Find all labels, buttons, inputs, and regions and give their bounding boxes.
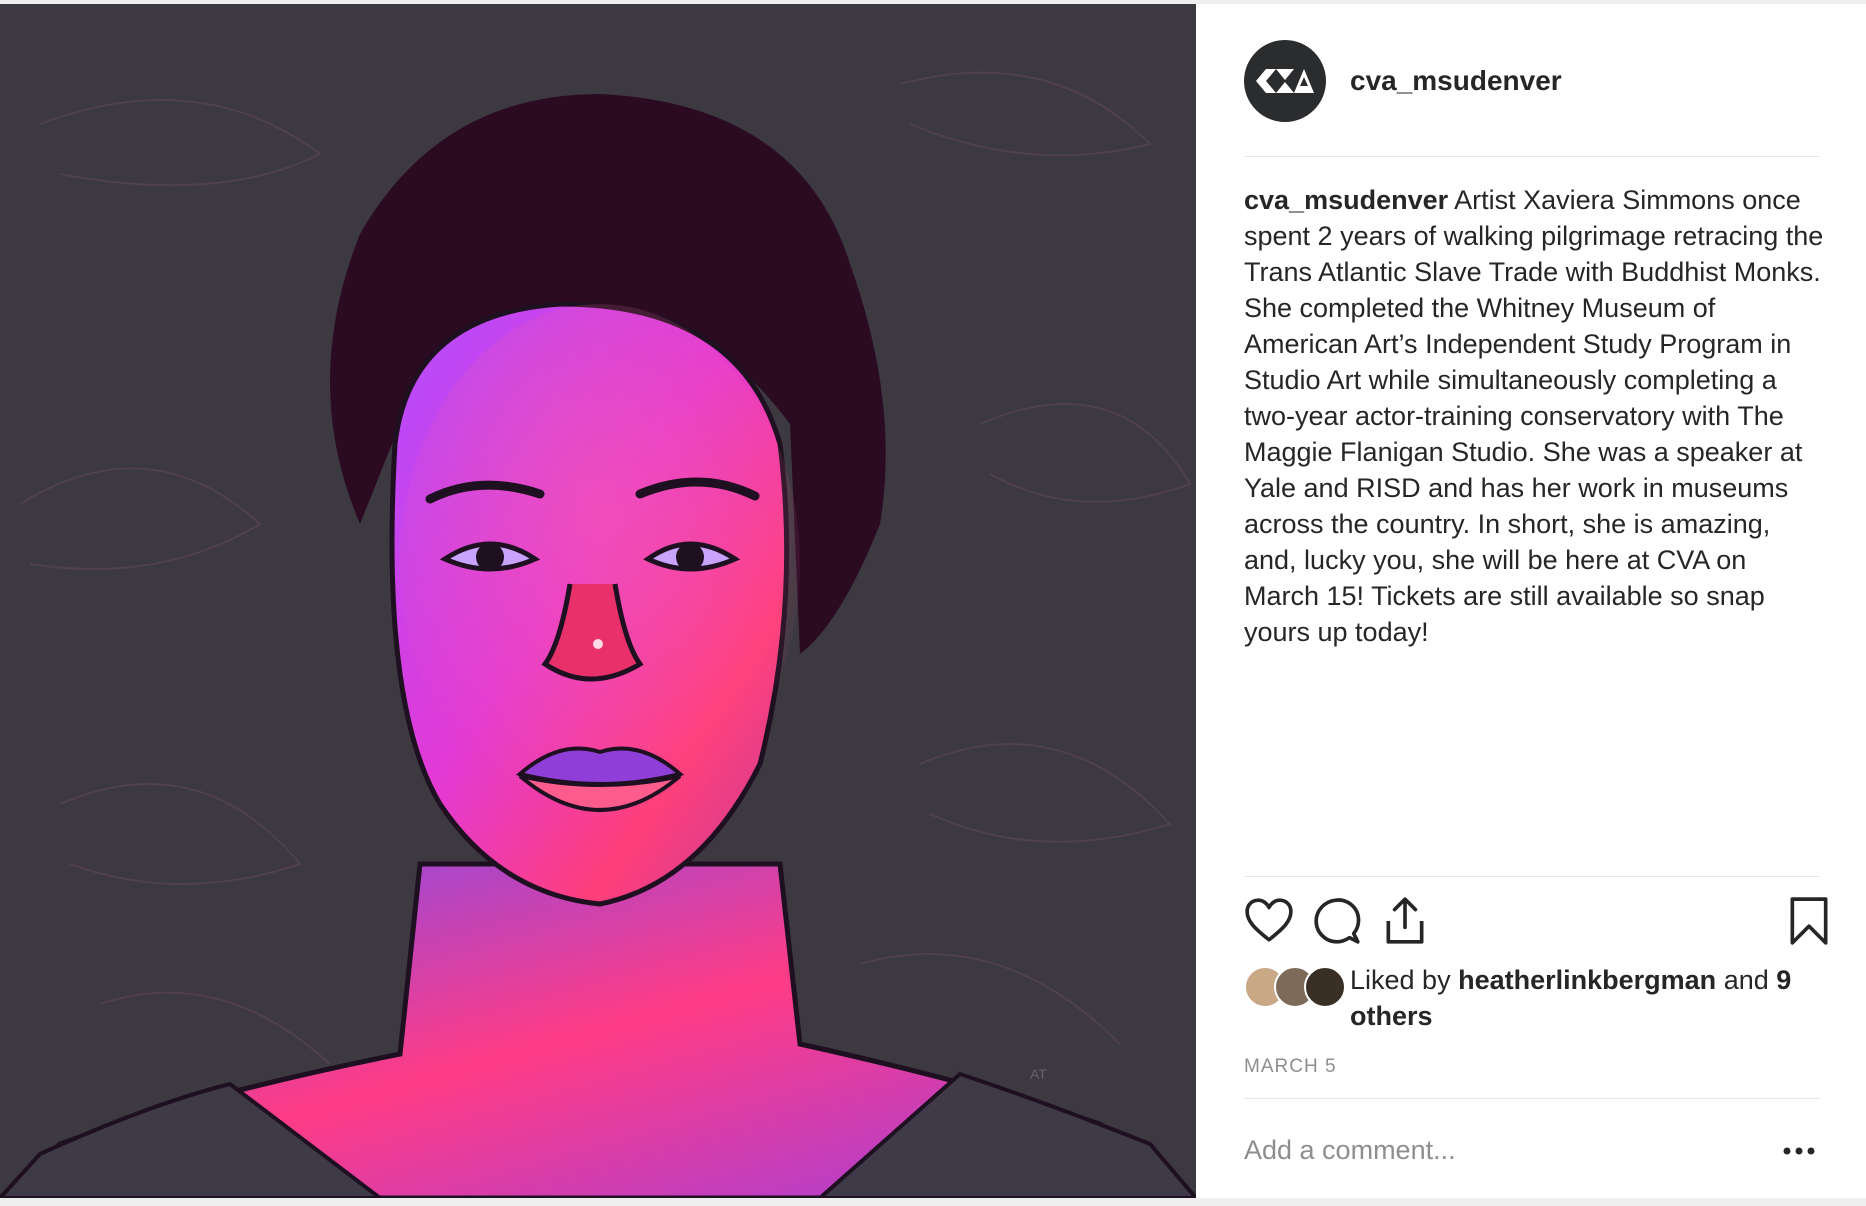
liked-by-prefix: Liked by — [1350, 965, 1451, 995]
liker-avatars[interactable] — [1244, 966, 1348, 1008]
post-side-panel: cva_msudenver cva_msudenver Artist Xavie… — [1196, 4, 1866, 1198]
profile-avatar[interactable] — [1244, 40, 1326, 122]
caption-username[interactable]: cva_msudenver — [1244, 185, 1448, 215]
actions-divider — [1244, 876, 1820, 877]
more-dots-icon[interactable] — [1778, 1134, 1820, 1168]
post-image[interactable]: AT — [0, 4, 1196, 1198]
header-divider — [1244, 156, 1820, 157]
bookmark-icon[interactable] — [1784, 896, 1834, 946]
post-date[interactable]: MARCH 5 — [1244, 1056, 1337, 1078]
post-actions — [1244, 896, 1828, 948]
liker-avatar — [1304, 966, 1346, 1008]
likes-text: Liked by heatherlinkbergman and 9 others — [1350, 962, 1830, 1034]
caption-text: Artist Xaviera Simmons once spent 2 year… — [1244, 185, 1824, 647]
comment-divider — [1244, 1098, 1820, 1099]
post-header: cva_msudenver — [1244, 40, 1562, 122]
share-icon[interactable] — [1380, 896, 1430, 946]
post-caption: cva_msudenver Artist Xaviera Simmons onc… — [1244, 182, 1824, 650]
post-author-username[interactable]: cva_msudenver — [1350, 65, 1562, 97]
svg-text:AT: AT — [1030, 1066, 1047, 1082]
liked-by-and: and — [1723, 965, 1769, 995]
liked-by-user-link[interactable]: heatherlinkbergman — [1458, 965, 1716, 995]
heart-icon[interactable] — [1244, 896, 1294, 946]
bottom-border — [0, 1198, 1866, 1206]
comment-input[interactable] — [1244, 1128, 1744, 1172]
cva-logo-icon — [1256, 69, 1314, 93]
portrait-illustration: AT — [0, 4, 1196, 1198]
comment-bubble-icon[interactable] — [1312, 896, 1362, 946]
